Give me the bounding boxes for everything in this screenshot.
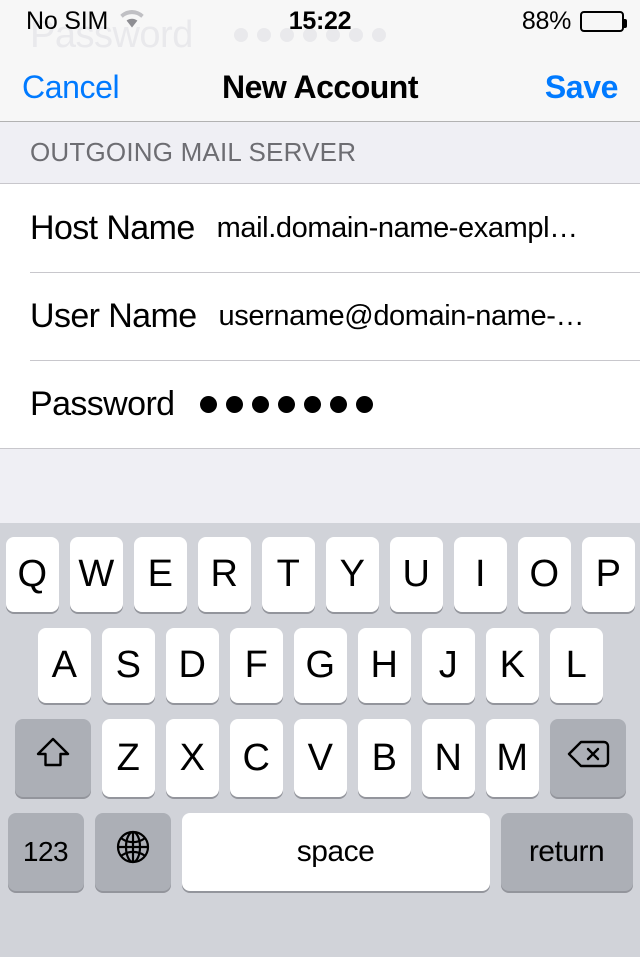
password-dot <box>226 395 244 413</box>
keyboard-row-1: QWERTYUIOP <box>0 537 640 612</box>
delete-key[interactable] <box>549 719 626 797</box>
globe-icon <box>113 827 153 877</box>
key-a[interactable]: A <box>37 628 91 703</box>
numbers-key[interactable]: 123 <box>7 813 84 891</box>
keyboard-row-4: 123 space return <box>0 813 640 891</box>
content-filler <box>0 449 640 523</box>
password-dot <box>200 395 218 413</box>
key-t[interactable]: T <box>261 537 315 612</box>
section-header-label: OUTGOING MAIL SERVER <box>30 137 357 167</box>
key-u[interactable]: U <box>389 537 443 612</box>
password-label: Password <box>30 384 175 423</box>
key-j[interactable]: J <box>421 628 475 703</box>
delete-backspace-icon <box>566 737 610 780</box>
key-w[interactable]: W <box>69 537 123 612</box>
password-input[interactable] <box>200 395 374 413</box>
key-f[interactable]: F <box>229 628 283 703</box>
form-table: Host Name mail.domain-name-exampl… User … <box>0 184 640 448</box>
password-dot <box>356 395 374 413</box>
password-dot <box>304 395 322 413</box>
space-key[interactable]: space <box>181 813 490 891</box>
key-x[interactable]: X <box>165 719 219 797</box>
key-g[interactable]: G <box>293 628 347 703</box>
user-name-input[interactable]: username@domain-name-… <box>219 300 640 333</box>
key-c[interactable]: C <box>229 719 283 797</box>
shift-key[interactable] <box>14 719 91 797</box>
shift-arrow-icon <box>34 734 72 782</box>
key-r[interactable]: R <box>197 537 251 612</box>
host-name-input[interactable]: mail.domain-name-exampl… <box>217 212 640 245</box>
key-k[interactable]: K <box>485 628 539 703</box>
key-e[interactable]: E <box>133 537 187 612</box>
key-h[interactable]: H <box>357 628 411 703</box>
key-i[interactable]: I <box>453 537 507 612</box>
table-row-user-name[interactable]: User Name username@domain-name-… <box>0 272 640 360</box>
key-q[interactable]: Q <box>5 537 59 612</box>
key-p[interactable]: P <box>581 537 635 612</box>
user-name-label: User Name <box>30 296 197 335</box>
key-v[interactable]: V <box>293 719 347 797</box>
keyboard-row-2: ASDFGHJKL <box>0 628 640 703</box>
status-bar-right: 88% <box>521 0 627 42</box>
key-z[interactable]: Z <box>101 719 155 797</box>
key-n[interactable]: N <box>421 719 475 797</box>
table-row-password[interactable]: Password <box>0 360 640 448</box>
key-d[interactable]: D <box>165 628 219 703</box>
status-bar: Password No SIM 15:22 88% <box>0 0 640 56</box>
return-key[interactable]: return <box>500 813 633 891</box>
keyboard-row-3: ZXCVBNM <box>0 719 640 797</box>
key-m[interactable]: M <box>485 719 539 797</box>
key-l[interactable]: L <box>549 628 603 703</box>
key-b[interactable]: B <box>357 719 411 797</box>
host-name-label: Host Name <box>30 208 195 247</box>
password-dot <box>330 395 348 413</box>
table-row-host-name[interactable]: Host Name mail.domain-name-exampl… <box>0 184 640 272</box>
key-y[interactable]: Y <box>325 537 379 612</box>
cancel-button[interactable]: Cancel <box>22 69 120 106</box>
section-header: OUTGOING MAIL SERVER <box>0 122 640 184</box>
save-button[interactable]: Save <box>545 69 619 106</box>
battery-percent-label: 88% <box>521 6 571 35</box>
on-screen-keyboard: QWERTYUIOP ASDFGHJKL ZXCVBNM 123 space r… <box>0 523 640 957</box>
password-dot <box>278 395 296 413</box>
key-o[interactable]: O <box>517 537 571 612</box>
globe-key[interactable] <box>94 813 171 891</box>
battery-icon <box>580 10 627 32</box>
key-s[interactable]: S <box>101 628 155 703</box>
navigation-bar: Cancel New Account Save <box>0 54 640 122</box>
password-dot <box>252 395 270 413</box>
